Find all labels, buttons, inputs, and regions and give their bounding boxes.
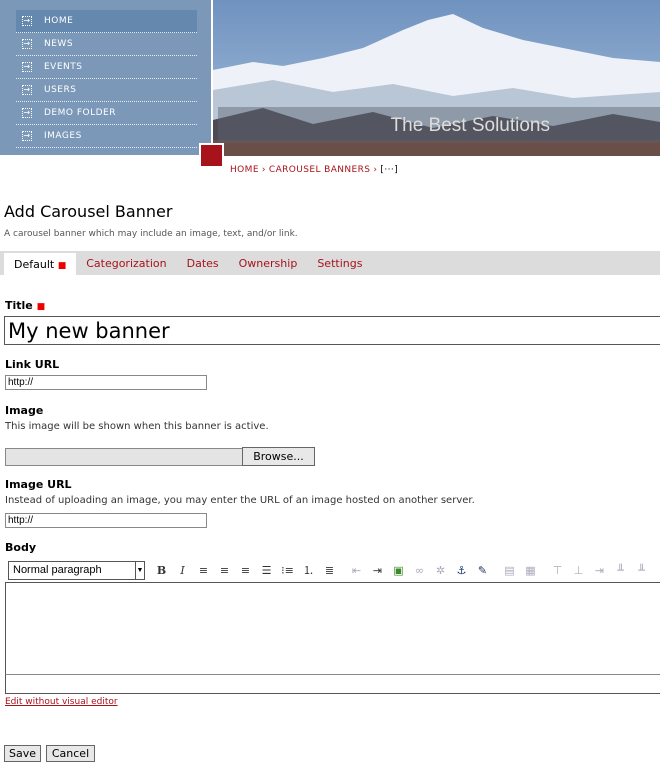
tab-categorization[interactable]: Categorization xyxy=(76,251,176,275)
image-icon[interactable]: ▣ xyxy=(388,564,409,577)
breadcrumb-separator: › xyxy=(373,165,378,175)
nav-item-events[interactable]: → EVENTS xyxy=(16,56,197,79)
browse-button[interactable]: Browse... xyxy=(242,447,315,466)
page-title: Add Carousel Banner xyxy=(4,202,173,221)
nav-label: NEWS xyxy=(44,39,74,49)
align-justify-icon[interactable]: ☰ xyxy=(256,564,277,577)
table-properties-icon[interactable]: ▦ xyxy=(520,564,541,577)
breadcrumb-home[interactable]: HOME xyxy=(230,165,259,175)
nav-item-users[interactable]: → USERS xyxy=(16,79,197,102)
header-banner-image: The Best Solutions xyxy=(213,0,660,156)
save-button[interactable]: Save xyxy=(4,745,41,762)
editor-toolbar: Normal paragraph ▼ B I ≡ ≡ ≡ ☰ ⁝≡ ⒈ ≣ ⇤ ⇥… xyxy=(5,558,660,582)
title-label-text: Title xyxy=(5,299,33,312)
arrow-icon: → xyxy=(22,62,32,72)
nav-item-demo-folder[interactable]: → DEMO FOLDER xyxy=(16,102,197,125)
col-after-icon[interactable]: ╨ xyxy=(631,564,652,577)
breadcrumb-current: [···] xyxy=(380,165,399,175)
breadcrumb: HOME › CAROUSEL BANNERS › [···] xyxy=(230,165,398,175)
nav-item-news[interactable]: → NEWS xyxy=(16,33,197,56)
italic-icon[interactable]: I xyxy=(172,564,193,577)
tab-dates[interactable]: Dates xyxy=(177,251,229,275)
nav-label: IMAGES xyxy=(44,131,82,141)
body-label: Body xyxy=(5,541,36,554)
anchor-icon[interactable]: ⚓ xyxy=(451,564,472,577)
row-before-icon[interactable]: ⊤ xyxy=(547,564,568,577)
breadcrumb-separator: › xyxy=(261,165,266,175)
align-right-icon[interactable]: ≡ xyxy=(235,564,256,577)
image-help: This image will be shown when this banne… xyxy=(5,421,269,432)
arrow-icon: → xyxy=(22,131,32,141)
bullet-list-icon[interactable]: ⁝≡ xyxy=(277,564,298,577)
bold-icon[interactable]: B xyxy=(151,564,172,577)
tab-default[interactable]: Default ■ xyxy=(4,253,77,275)
arrow-icon: → xyxy=(22,85,32,95)
link-icon[interactable]: ∞ xyxy=(409,564,430,577)
page-description: A carousel banner which may include an i… xyxy=(4,229,298,239)
align-center-icon[interactable]: ≡ xyxy=(214,564,235,577)
tab-ownership[interactable]: Ownership xyxy=(229,251,308,275)
nav-label: DEMO FOLDER xyxy=(44,108,116,118)
cancel-button[interactable]: Cancel xyxy=(46,745,95,762)
main-navigation: → HOME → NEWS → EVENTS → USERS → DEMO FOLDER … xyxy=(0,0,213,157)
definition-list-icon[interactable]: ≣ xyxy=(319,564,340,577)
tab-settings[interactable]: Settings xyxy=(307,251,372,275)
image-url-input[interactable] xyxy=(5,513,207,528)
nav-item-home[interactable]: → HOME xyxy=(16,10,197,33)
arrow-icon: → xyxy=(22,108,32,118)
nav-label: HOME xyxy=(44,16,74,26)
edit-html-icon[interactable]: ✎ xyxy=(472,564,493,577)
form-tabs: Default ■ Categorization Dates Ownership… xyxy=(0,251,660,275)
image-file-input[interactable] xyxy=(5,448,243,466)
nav-item-images[interactable]: → IMAGES xyxy=(16,125,197,148)
image-url-label: Image URL xyxy=(5,478,72,491)
banner-caption: The Best Solutions xyxy=(218,107,660,143)
title-input[interactable] xyxy=(4,316,660,345)
title-label: Title ■ xyxy=(5,299,45,312)
breadcrumb-carousel-banners[interactable]: CAROUSEL BANNERS xyxy=(269,165,371,175)
col-before-icon[interactable]: ╨ xyxy=(610,564,631,577)
required-marker: ■ xyxy=(36,302,46,312)
indent-icon[interactable]: ⇥ xyxy=(367,564,388,577)
required-marker: ■ xyxy=(57,261,67,271)
link-url-label: Link URL xyxy=(5,358,60,371)
decorative-square xyxy=(199,143,224,168)
numbered-list-icon[interactable]: ⒈ xyxy=(298,562,319,578)
table-icon[interactable]: ▤ xyxy=(499,564,520,577)
image-label: Image xyxy=(5,404,44,417)
format-select[interactable]: Normal paragraph ▼ xyxy=(8,560,145,580)
link-url-input[interactable] xyxy=(5,375,207,390)
align-left-icon[interactable]: ≡ xyxy=(193,564,214,577)
outdent-icon[interactable]: ⇤ xyxy=(346,564,367,577)
arrow-icon: → xyxy=(22,39,32,49)
chevron-down-icon: ▼ xyxy=(135,561,144,579)
edit-without-visual-editor-link[interactable]: Edit without visual editor xyxy=(5,697,118,707)
nav-label: EVENTS xyxy=(44,62,83,72)
format-value: Normal paragraph xyxy=(13,564,102,576)
nav-label: USERS xyxy=(44,85,77,95)
row-delete-icon[interactable]: ⇥ xyxy=(589,564,610,577)
arrow-icon: → xyxy=(22,16,32,26)
unlink-icon[interactable]: ✲ xyxy=(430,564,451,577)
image-url-help: Instead of uploading an image, you may e… xyxy=(5,495,475,506)
tab-label: Default xyxy=(14,258,55,271)
editor-status-bar xyxy=(5,674,660,694)
body-editor[interactable] xyxy=(5,582,660,675)
row-after-icon[interactable]: ⊥ xyxy=(568,564,589,577)
